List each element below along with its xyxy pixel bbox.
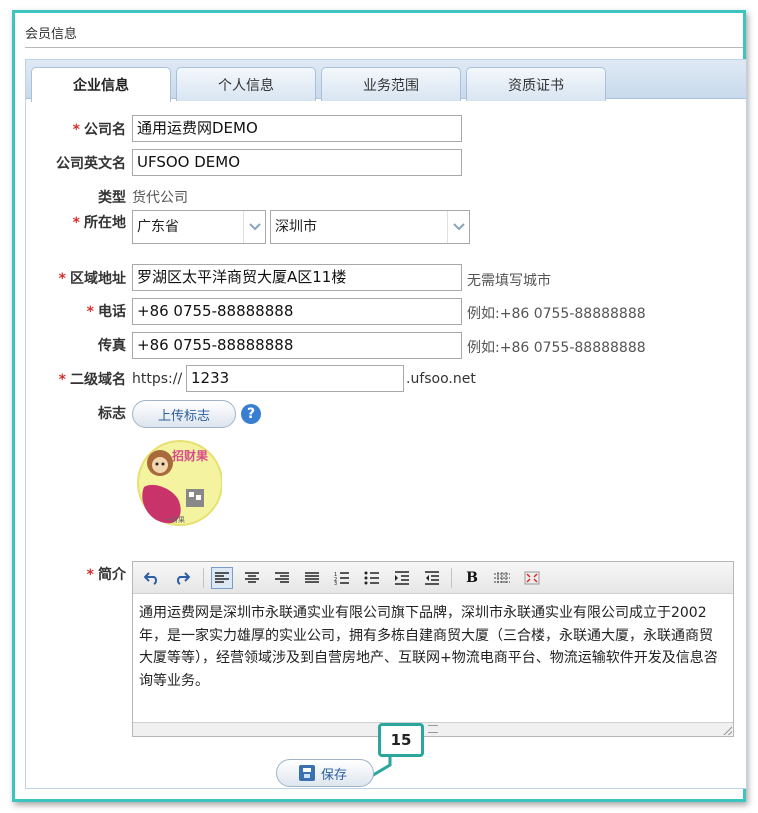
province-select[interactable]: 广东省 [132, 210, 266, 244]
svg-text:3: 3 [334, 581, 337, 585]
ordered-list-icon[interactable]: 123 [331, 567, 353, 589]
help-icon[interactable]: ? [241, 404, 261, 424]
logo-brand-text: 招财果 [172, 449, 209, 463]
phone-label: * 电话 [86, 304, 126, 320]
required-mark: * [58, 271, 66, 287]
member-info-frame: 会员信息 企业信息 个人信息 业务范围 资质证书 * 公司名 通用运费网DEMO … [12, 10, 747, 802]
bold-icon[interactable]: B [461, 567, 483, 589]
tab-business-scope[interactable]: 业务范围 [321, 67, 461, 101]
district-address-label: * 区域地址 [58, 271, 126, 287]
upload-logo-button[interactable]: 上传标志 [132, 400, 236, 428]
tab-qualifications[interactable]: 资质证书 [466, 67, 606, 101]
tab-bar: 企业信息 个人信息 业务范围 资质证书 [26, 59, 746, 102]
toolbar-separator [203, 568, 204, 588]
align-left-icon[interactable] [211, 567, 233, 589]
drag-handle-icon[interactable] [428, 725, 438, 733]
district-address-hint: 无需填写城市 [467, 273, 551, 289]
editor-resize-bar[interactable] [133, 722, 733, 736]
company-en-name-label: 公司英文名 [56, 156, 126, 172]
rich-text-editor[interactable]: 123 B 通用运费网是深圳市永联通实业有限公司旗下品牌，深圳市永联通实业有限公… [132, 561, 734, 737]
undo-icon[interactable] [141, 567, 163, 589]
type-label: 类型 [98, 190, 126, 206]
resize-grip-icon[interactable] [723, 726, 732, 735]
fullscreen-icon[interactable] [521, 567, 543, 589]
fax-label: 传真 [98, 338, 126, 354]
tab-company-info[interactable]: 企业信息 [31, 67, 171, 102]
city-value: 深圳市 [275, 219, 317, 235]
align-center-icon[interactable] [241, 567, 263, 589]
company-name-label: * 公司名 [72, 122, 126, 138]
editor-toolbar: 123 B [133, 562, 733, 594]
company-logo-image: 招财果 一财果 [134, 437, 223, 533]
step-callout-badge: 15 [378, 723, 424, 757]
company-en-name-input[interactable]: UFSOO DEMO [132, 149, 462, 176]
required-mark: * [72, 122, 80, 138]
chevron-down-icon [447, 211, 469, 243]
outdent-icon[interactable] [421, 567, 443, 589]
section-divider [25, 47, 743, 48]
indent-icon[interactable] [391, 567, 413, 589]
chevron-down-icon [243, 211, 265, 243]
subdomain-label: * 二级域名 [58, 372, 126, 388]
save-label: 保存 [321, 767, 348, 783]
required-mark: * [72, 215, 80, 231]
subdomain-prefix: https:// [132, 371, 183, 387]
company-name-input[interactable]: 通用运费网DEMO [132, 115, 462, 142]
intro-text[interactable]: 通用运费网是深圳市永联通实业有限公司旗下品牌，深圳市永联通实业有限公司成立于20… [139, 602, 725, 692]
tab-panel: 企业信息 个人信息 业务范围 资质证书 * 公司名 通用运费网DEMO 公司英文名… [25, 59, 747, 789]
subdomain-suffix: .ufsoo.net [406, 371, 476, 387]
intro-label: * 简介 [86, 567, 126, 583]
tab-personal-info[interactable]: 个人信息 [176, 67, 316, 101]
fax-hint: 例如:+86 0755-88888888 [467, 340, 646, 356]
save-button[interactable]: 保存 [276, 759, 374, 787]
phone-hint: 例如:+86 0755-88888888 [467, 306, 646, 322]
save-icon [299, 765, 315, 781]
required-mark: * [86, 304, 94, 320]
toolbar-separator [451, 568, 452, 588]
logo-label: 标志 [98, 406, 126, 422]
district-address-input[interactable]: 罗湖区太平洋商贸大厦A区11楼 [132, 264, 462, 291]
logo-caption: 一财果 [164, 516, 185, 524]
align-justify-icon[interactable] [301, 567, 323, 589]
subdomain-input[interactable]: 1233 [186, 365, 404, 392]
city-select[interactable]: 深圳市 [270, 210, 470, 244]
align-right-icon[interactable] [271, 567, 293, 589]
type-value: 货代公司 [132, 190, 188, 206]
fax-input[interactable]: +86 0755-88888888 [132, 332, 462, 359]
province-value: 广东省 [137, 219, 179, 235]
redo-icon[interactable] [171, 567, 193, 589]
required-mark: * [58, 372, 66, 388]
required-mark: * [86, 567, 94, 583]
unordered-list-icon[interactable] [361, 567, 383, 589]
phone-input[interactable]: +86 0755-88888888 [132, 298, 462, 325]
table-icon[interactable] [491, 567, 513, 589]
section-title: 会员信息 [25, 27, 78, 42]
location-label: * 所在地 [72, 215, 126, 231]
